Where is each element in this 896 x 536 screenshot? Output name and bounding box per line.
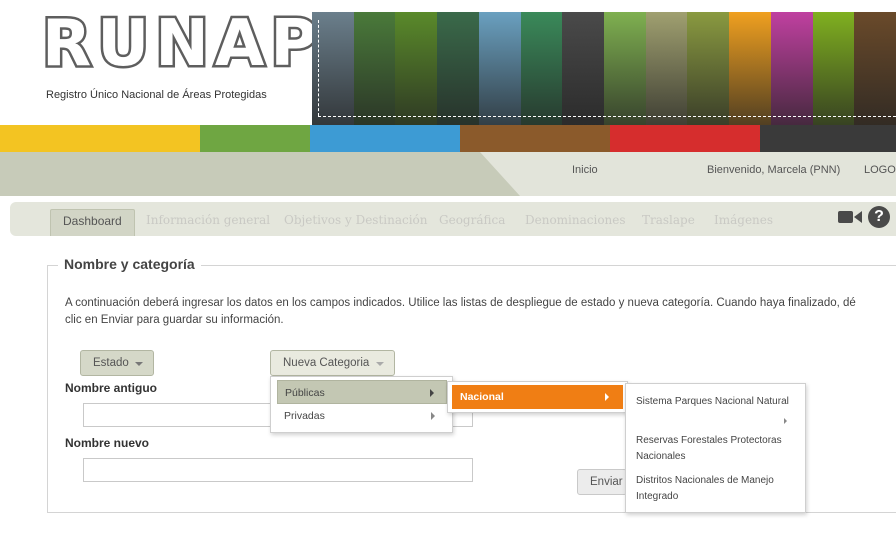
banner-photo-strip [604,12,646,125]
tab-geografica[interactable]: Geográfica [439,209,505,231]
menu-item-label: Sistema Parques Nacional Natural [636,396,789,407]
chevron-down-icon [135,362,143,366]
color-stripe-segment [460,125,610,152]
menu-item-sistema-parques[interactable]: Sistema Parques Nacional Natural [636,394,796,424]
video-camera-icon[interactable] [838,208,862,226]
tab-dashboard[interactable]: Dashboard [50,209,135,236]
nav-welcome-text: Bienvenido, Marcela (PNN) [707,164,841,176]
logo-wordmark: RUNAP [39,7,324,81]
chevron-right-icon [431,412,435,420]
banner-photo-strip [687,12,730,125]
top-nav-bar: Inicio Bienvenido, Marcela (PNN) LOGOU [0,152,896,196]
color-stripe-bar [0,125,896,152]
color-stripe-segment [310,125,460,152]
tab-objetivos-destinacion[interactable]: Objetivos y Destinación [284,209,428,231]
nacional-submenu: Sistema Parques Nacional Natural Reserva… [625,383,806,513]
nombre-nuevo-input[interactable] [83,458,473,482]
tab-traslape[interactable]: Traslape [642,209,695,231]
header: RUNAP Registro Único Nacional de Áreas P… [0,0,896,125]
categoria-menu: Públicas Privadas [270,376,453,433]
banner-photo-strip [854,12,896,125]
menu-item-reservas-forestales[interactable]: Reservas Forestales Protectoras Nacional… [636,433,796,465]
banner-photo-strip [395,12,438,125]
tab-denominaciones[interactable]: Denominaciones [525,209,626,231]
banner-photo-strip [770,12,813,125]
runap-logo[interactable]: RUNAP Registro Único Nacional de Áreas P… [39,10,319,112]
estado-button-label: Estado [93,357,129,369]
tab-informacion-general[interactable]: Información general [146,209,270,231]
logo-subtitle: Registro Único Nacional de Áreas Protegi… [46,89,267,101]
banner-photo-strip [812,12,855,125]
fieldset-legend: Nombre y categoría [58,256,201,272]
color-stripe-segment [100,125,200,152]
chevron-right-icon [605,393,609,401]
banner-photo-strip [520,12,563,125]
enviar-button[interactable]: Enviar [577,469,627,495]
tab-bar: Dashboard Información general Objetivos … [10,202,896,236]
banner-photo-strip [729,12,771,125]
nav-inicio-link[interactable]: Inicio [572,164,598,176]
banner-dashed-line-vertical [318,20,319,116]
color-stripe-segment [610,125,760,152]
color-stripe-segment [760,125,896,152]
nueva-categoria-dropdown-button[interactable]: Nueva Categoria [270,350,395,376]
nombre-nuevo-label: Nombre nuevo [65,436,150,450]
banner-photo-strip [478,12,521,125]
instructions-text: A continuación deberá ingresar los datos… [65,297,856,326]
header-banner-image [312,12,896,125]
banner-photo-strip [645,12,688,125]
banner-photo-strip [562,12,605,125]
menu-item-publicas[interactable]: Públicas [277,380,447,404]
chevron-right-icon [430,389,434,397]
banner-dashed-line [318,116,896,117]
color-stripe-segment [0,125,100,152]
estado-dropdown-button[interactable]: Estado [80,350,154,376]
help-icon[interactable]: ? [868,206,890,228]
menu-item-label: Nacional [460,391,504,403]
menu-item-nacional[interactable]: Nacional [452,385,623,409]
tab-imagenes[interactable]: Imágenes [714,209,773,231]
menu-item-privadas[interactable]: Privadas [277,404,447,428]
nav-logout-link[interactable]: LOGOU [864,164,896,176]
menu-item-label: Privadas [284,410,325,422]
nombre-antiguo-label: Nombre antiguo [65,381,157,395]
banner-photo-strip [437,12,479,125]
menu-item-label: Públicas [285,387,325,399]
chevron-down-icon [376,362,384,366]
chevron-right-icon [784,418,787,424]
banner-photo-strip [353,12,396,125]
menu-item-distritos-nacionales[interactable]: Distritos Nacionales de Manejo Integrado [636,473,796,505]
color-stripe-segment [200,125,310,152]
publicas-submenu: Nacional [447,381,628,413]
nueva-categoria-button-label: Nueva Categoria [283,357,370,369]
